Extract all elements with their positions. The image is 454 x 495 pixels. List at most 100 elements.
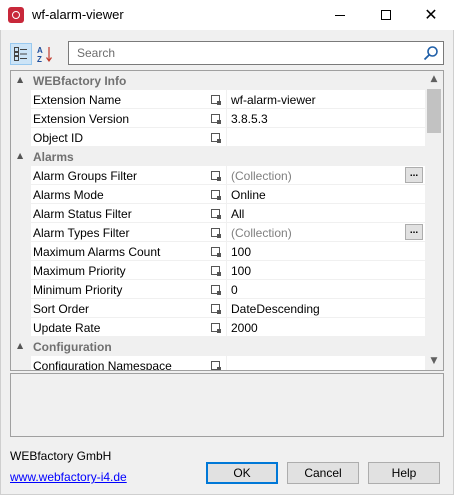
categorized-button[interactable]: [10, 43, 32, 65]
sort-az-icon: A Z: [37, 46, 52, 63]
property-name: Minimum Priority: [33, 283, 123, 297]
property-row[interactable]: Extension Version 3.8.5.3: [11, 109, 425, 128]
property-value[interactable]: 3.8.5.3: [231, 112, 401, 126]
property-name: Alarm Status Filter: [33, 207, 132, 221]
category-label: Alarms: [33, 150, 74, 164]
column-divider[interactable]: [226, 356, 227, 370]
property-value[interactable]: 100: [231, 245, 401, 259]
binding-icon[interactable]: [211, 209, 221, 219]
property-value[interactable]: (Collection): [231, 169, 401, 183]
property-name: Configuration Namespace: [33, 359, 172, 371]
column-divider[interactable]: [226, 204, 227, 223]
binding-icon[interactable]: [211, 266, 221, 276]
cancel-button[interactable]: Cancel: [287, 462, 359, 484]
property-name: Object ID: [33, 131, 84, 145]
binding-icon[interactable]: [211, 133, 221, 143]
title-bar: wf-alarm-viewer ✕: [0, 0, 454, 30]
column-divider[interactable]: [226, 128, 227, 147]
binding-icon[interactable]: [211, 285, 221, 295]
property-name: Alarm Groups Filter: [33, 169, 138, 183]
column-divider[interactable]: [226, 242, 227, 261]
maximize-icon: [381, 10, 391, 20]
column-divider[interactable]: [226, 166, 227, 185]
column-divider[interactable]: [226, 223, 227, 242]
property-row[interactable]: Minimum Priority 0: [11, 280, 425, 299]
company-name: WEBfactory GmbH: [10, 449, 112, 463]
scroll-down-icon[interactable]: ▼: [425, 353, 443, 370]
help-button[interactable]: Help: [368, 462, 440, 484]
minimize-button[interactable]: [317, 0, 363, 30]
property-row[interactable]: Alarm Groups Filter (Collection)...: [11, 166, 425, 185]
property-toolbar: A Z: [10, 41, 444, 67]
categorized-icon: [14, 47, 27, 61]
property-rows: ▲ WEBfactory Info Extension Name wf-alarm-v…: [11, 71, 425, 371]
property-row[interactable]: Maximum Alarms Count 100: [11, 242, 425, 261]
property-value[interactable]: Online: [231, 188, 401, 202]
property-row[interactable]: Configuration Namespace: [11, 356, 425, 371]
property-value[interactable]: All: [231, 207, 401, 221]
search-input[interactable]: [69, 42, 409, 64]
property-name: Alarm Types Filter: [33, 226, 130, 240]
collapse-icon[interactable]: ▲: [17, 75, 27, 85]
column-divider[interactable]: [226, 185, 227, 204]
column-divider[interactable]: [226, 318, 227, 337]
maximize-button[interactable]: [363, 0, 409, 30]
property-row[interactable]: Maximum Priority 100: [11, 261, 425, 280]
app-icon: [8, 7, 24, 23]
column-divider[interactable]: [226, 280, 227, 299]
website-link[interactable]: www.webfactory-i4.de: [10, 470, 127, 484]
close-icon: ✕: [424, 5, 438, 24]
property-row[interactable]: Extension Name wf-alarm-viewer: [11, 90, 425, 109]
collection-editor-button[interactable]: ...: [405, 167, 423, 183]
property-name: Maximum Alarms Count: [33, 245, 161, 259]
svg-text:A: A: [37, 46, 43, 55]
binding-icon[interactable]: [211, 114, 221, 124]
column-divider[interactable]: [226, 109, 227, 128]
vertical-scrollbar[interactable]: ▲ ▼: [425, 71, 443, 370]
binding-icon[interactable]: [211, 228, 221, 238]
alphabetical-button[interactable]: A Z: [34, 43, 56, 65]
property-value[interactable]: wf-alarm-viewer: [231, 93, 401, 107]
property-name: Alarms Mode: [33, 188, 104, 202]
binding-icon[interactable]: [211, 190, 221, 200]
category-row[interactable]: ▲ Configuration: [11, 337, 425, 356]
collapse-icon[interactable]: ▲: [17, 341, 27, 351]
category-row[interactable]: ▲ Alarms: [11, 147, 425, 166]
property-row[interactable]: Alarms Mode Online: [11, 185, 425, 204]
property-value[interactable]: DateDescending: [231, 302, 401, 316]
column-divider[interactable]: [226, 261, 227, 280]
property-row[interactable]: Object ID: [11, 128, 425, 147]
property-name: Update Rate: [33, 321, 101, 335]
category-label: WEBfactory Info: [33, 74, 127, 88]
close-button[interactable]: ✕: [408, 0, 454, 30]
search-icon[interactable]: [423, 45, 439, 61]
svg-text:Z: Z: [37, 55, 42, 63]
scroll-thumb[interactable]: [427, 89, 441, 133]
category-row[interactable]: ▲ WEBfactory Info: [11, 71, 425, 90]
property-row[interactable]: Alarm Status Filter All: [11, 204, 425, 223]
property-row[interactable]: Sort Order DateDescending: [11, 299, 425, 318]
property-row[interactable]: Update Rate 2000: [11, 318, 425, 337]
property-name: Sort Order: [33, 302, 90, 316]
property-name: Extension Name: [33, 93, 122, 107]
binding-icon[interactable]: [211, 247, 221, 257]
binding-icon[interactable]: [211, 171, 221, 181]
description-pane: [10, 373, 444, 437]
property-value[interactable]: 2000: [231, 321, 401, 335]
scroll-up-icon[interactable]: ▲: [425, 71, 443, 88]
property-value[interactable]: (Collection): [231, 226, 401, 240]
collection-editor-button[interactable]: ...: [405, 224, 423, 240]
property-row[interactable]: Alarm Types Filter (Collection)...: [11, 223, 425, 242]
binding-icon[interactable]: [211, 304, 221, 314]
collapse-icon[interactable]: ▲: [17, 151, 27, 161]
property-name: Extension Version: [33, 112, 130, 126]
binding-icon[interactable]: [211, 323, 221, 333]
property-name: Maximum Priority: [33, 264, 126, 278]
ok-button[interactable]: OK: [206, 462, 278, 484]
column-divider[interactable]: [226, 90, 227, 109]
property-value[interactable]: 0: [231, 283, 401, 297]
binding-icon[interactable]: [211, 361, 221, 370]
column-divider[interactable]: [226, 299, 227, 318]
property-value[interactable]: 100: [231, 264, 401, 278]
binding-icon[interactable]: [211, 95, 221, 105]
